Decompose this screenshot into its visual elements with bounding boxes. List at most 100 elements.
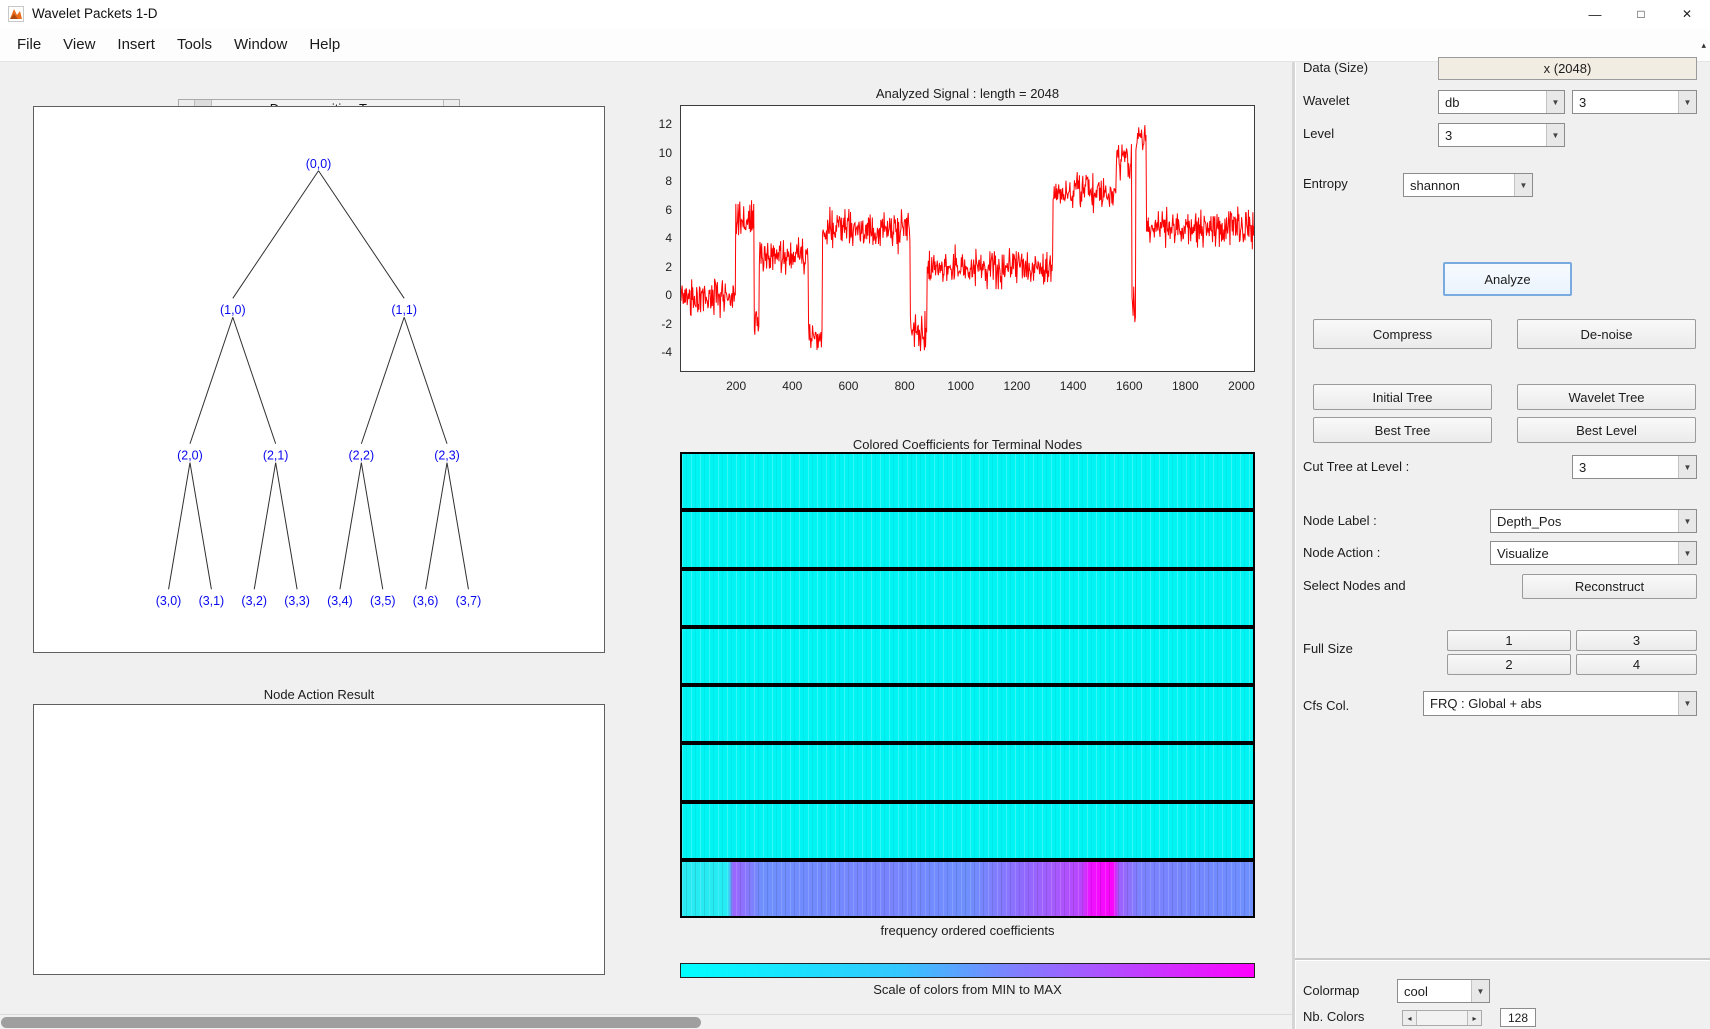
x-tick-label: 1400 (1059, 379, 1087, 393)
full-size-button-3[interactable]: 3 (1576, 630, 1697, 651)
node-action-label: Node Action : (1303, 545, 1381, 560)
tree-node-label[interactable]: (1,0) (220, 303, 246, 317)
chevron-down-icon[interactable]: ▼ (1546, 91, 1564, 113)
analyzed-signal-svg (681, 125, 1254, 352)
x-tick-label: 600 (838, 379, 859, 393)
wavelet-packets-window: Wavelet Packets 1-D — □ ✕ File View Inse… (0, 0, 1710, 1029)
colormap-label: Colormap (1303, 983, 1360, 998)
wavelet-family-value: db (1445, 94, 1460, 110)
coefficients-row-4 (682, 687, 1253, 742)
tree-edge (446, 462, 469, 590)
cut-tree-combo[interactable]: 3 ▼ (1572, 455, 1697, 479)
level-combo[interactable]: 3 ▼ (1438, 123, 1565, 147)
chevron-down-icon[interactable]: ▼ (1514, 174, 1532, 196)
window-hscrollbar[interactable] (0, 1014, 1292, 1029)
chevron-down-icon[interactable]: ▼ (1678, 542, 1696, 564)
y-tick-label: 8 (665, 174, 672, 189)
nb-colors-slider[interactable]: ◂ ▸ (1402, 1010, 1482, 1026)
slider-track[interactable] (1417, 1011, 1467, 1025)
y-tick-label: 6 (665, 202, 672, 217)
y-tick-label: 10 (658, 145, 672, 160)
node-action-combo[interactable]: Visualize ▼ (1490, 541, 1697, 565)
y-tick-label: 2 (665, 259, 672, 274)
tree-node-label[interactable]: (3,3) (284, 594, 310, 608)
chevron-down-icon[interactable]: ▼ (1678, 91, 1696, 113)
maximize-button[interactable]: □ (1618, 0, 1664, 28)
menu-insert[interactable]: Insert (106, 28, 166, 61)
menu-window[interactable]: Window (223, 28, 298, 61)
y-tick-label: 12 (658, 116, 672, 131)
tree-node-label[interactable]: (2,0) (177, 449, 203, 463)
slider-left-icon[interactable]: ◂ (1403, 1011, 1417, 1025)
cut-tree-label: Cut Tree at Level : (1303, 459, 1410, 474)
tree-edge (275, 462, 298, 590)
tree-node-label[interactable]: (3,4) (327, 594, 353, 608)
chevron-down-icon[interactable]: ▼ (1546, 124, 1564, 146)
node-label-label: Node Label : (1303, 513, 1377, 528)
tree-node-label[interactable]: (3,1) (199, 594, 225, 608)
color-scale-bar (680, 963, 1255, 978)
chevron-down-icon[interactable]: ▼ (1678, 692, 1696, 715)
best-tree-button[interactable]: Best Tree (1313, 417, 1492, 443)
menubar-corner-icon[interactable]: ▴ (1701, 40, 1706, 51)
entropy-combo[interactable]: shannon ▼ (1403, 173, 1533, 197)
tree-node-label[interactable]: (3,6) (413, 594, 439, 608)
full-size-button-2[interactable]: 2 (1447, 654, 1571, 675)
close-button[interactable]: ✕ (1664, 0, 1710, 28)
tree-edge (360, 462, 384, 590)
tree-node-label[interactable]: (2,2) (349, 449, 375, 463)
tree-edge (253, 462, 277, 590)
denoise-button[interactable]: De-noise (1517, 319, 1696, 349)
coefficients-row-7 (682, 861, 1253, 916)
analyze-button[interactable]: Analyze (1443, 262, 1572, 296)
tree-node-label[interactable]: (3,0) (156, 594, 182, 608)
data-size-label: Data (Size) (1303, 60, 1369, 75)
y-tick-label: -2 (661, 316, 672, 331)
analyzed-signal-title: Analyzed Signal : length = 2048 (875, 86, 1060, 101)
full-size-button-4[interactable]: 4 (1576, 654, 1697, 675)
minimize-button[interactable]: — (1572, 0, 1618, 28)
menu-tools[interactable]: Tools (166, 28, 223, 61)
x-tick-label: 800 (894, 379, 915, 393)
slider-right-icon[interactable]: ▸ (1467, 1011, 1481, 1025)
cfs-col-value: FRQ : Global + abs (1430, 696, 1542, 711)
tree-edge (232, 170, 319, 299)
full-size-label: Full Size (1303, 641, 1353, 656)
chevron-down-icon[interactable]: ▼ (1678, 510, 1696, 532)
full-size-button-1[interactable]: 1 (1447, 630, 1571, 651)
colormap-combo[interactable]: cool ▼ (1397, 979, 1490, 1003)
menu-file[interactable]: File (6, 28, 52, 61)
tree-node-label[interactable]: (0,0) (306, 157, 332, 171)
cfs-col-combo[interactable]: FRQ : Global + abs ▼ (1423, 691, 1697, 716)
coefficients-row-3 (682, 628, 1253, 683)
menu-help[interactable]: Help (298, 28, 351, 61)
cfs-col-label: Cfs Col. (1303, 698, 1350, 713)
menu-view[interactable]: View (52, 28, 106, 61)
nb-colors-field[interactable]: 128 (1500, 1008, 1536, 1027)
y-tick-label: 4 (665, 231, 672, 246)
reconstruct-button[interactable]: Reconstruct (1522, 574, 1697, 599)
compress-button[interactable]: Compress (1313, 319, 1492, 349)
coefficients-row-1 (682, 512, 1253, 567)
node-label-combo[interactable]: Depth_Pos ▼ (1490, 509, 1697, 533)
chevron-down-icon[interactable]: ▼ (1678, 456, 1696, 478)
chevron-down-icon[interactable]: ▼ (1471, 980, 1489, 1002)
tree-node-label[interactable]: (2,1) (263, 449, 289, 463)
analyzed-signal-line (681, 125, 1254, 352)
wavelet-tree-button[interactable]: Wavelet Tree (1517, 384, 1696, 410)
window-hscrollbar-thumb[interactable] (1, 1017, 701, 1028)
select-nodes-label: Select Nodes and (1303, 578, 1406, 593)
wavelet-family-combo[interactable]: db ▼ (1438, 90, 1565, 114)
node-action-value: Visualize (1497, 545, 1549, 561)
best-level-button[interactable]: Best Level (1517, 417, 1696, 443)
wavelet-number-combo[interactable]: 3 ▼ (1572, 90, 1697, 114)
tree-edge (189, 462, 212, 590)
tree-node-label[interactable]: (3,7) (456, 594, 482, 608)
tree-node-label[interactable]: (2,3) (434, 449, 460, 463)
tree-node-label[interactable]: (1,1) (391, 303, 417, 317)
initial-tree-button[interactable]: Initial Tree (1313, 384, 1492, 410)
colormap-section-divider (1295, 958, 1710, 960)
tree-node-label[interactable]: (3,2) (241, 594, 267, 608)
signal-x-axis: 200 400 600 800 1000 1200 1400 1600 1800 2000 (0, 379, 1300, 395)
tree-node-label[interactable]: (3,5) (370, 594, 396, 608)
